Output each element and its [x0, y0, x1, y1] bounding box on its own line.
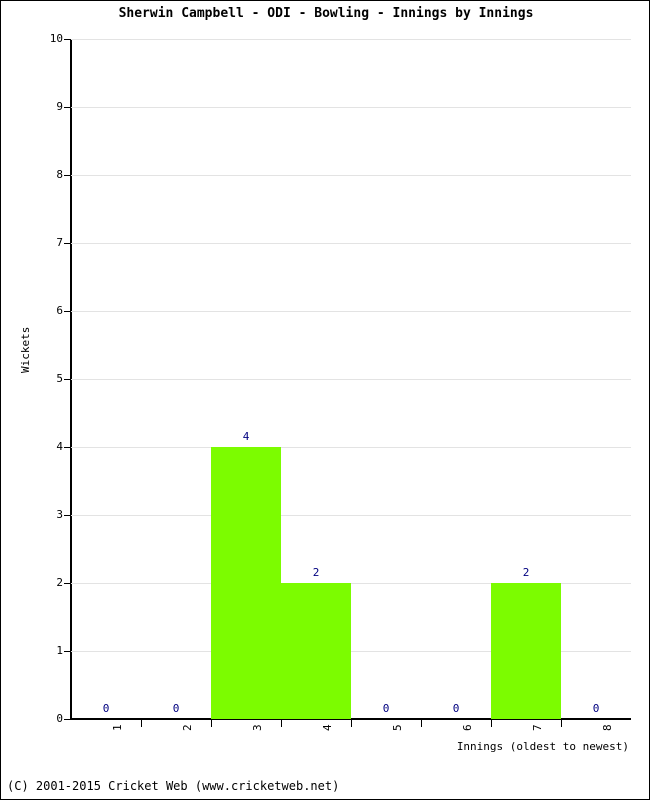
y-axis-tick-label: 6 — [56, 304, 63, 317]
y-axis-tick — [64, 175, 71, 176]
y-axis-tick — [64, 583, 71, 584]
y-axis-tick — [64, 719, 71, 720]
y-axis-tick — [64, 515, 71, 516]
x-axis-tick — [211, 720, 212, 727]
x-axis-tick — [561, 720, 562, 727]
x-axis-tick-label: 1 — [111, 724, 124, 731]
x-axis-tick — [281, 720, 282, 727]
x-axis-tick-label: 6 — [461, 724, 474, 731]
y-axis-tick-label: 7 — [56, 236, 63, 249]
chart-page: Sherwin Campbell - ODI - Bowling - Innin… — [0, 0, 650, 800]
bar-value-label: 0 — [452, 702, 460, 715]
gridline — [71, 447, 631, 448]
y-axis-tick — [64, 39, 71, 40]
y-axis-tick-label: 9 — [56, 100, 63, 113]
x-axis-tick-label: 2 — [181, 724, 194, 731]
y-axis-tick-label: 2 — [56, 576, 63, 589]
gridline — [71, 243, 631, 244]
x-axis-tick-label: 5 — [391, 724, 404, 731]
y-axis-tick — [64, 379, 71, 380]
y-axis-tick-label: 3 — [56, 508, 63, 521]
bar-value-label: 2 — [522, 566, 530, 579]
y-axis-tick — [64, 107, 71, 108]
x-axis-title: Innings (oldest to newest) — [456, 740, 629, 753]
copyright-notice: (C) 2001-2015 Cricket Web (www.cricketwe… — [7, 779, 340, 793]
x-axis-tick — [351, 720, 352, 727]
y-axis-labels: 0 1 2 3 4 5 6 7 8 9 10 — [1, 1, 63, 799]
bar-value-label: 0 — [592, 702, 600, 715]
x-axis-tick-label: 8 — [601, 724, 614, 731]
y-axis-tick-label: 1 — [56, 644, 63, 657]
y-axis-tick-label: 4 — [56, 440, 63, 453]
x-axis-tick — [491, 720, 492, 727]
bar — [491, 583, 561, 719]
bar-value-label: 0 — [102, 702, 110, 715]
bar — [281, 583, 351, 719]
y-axis-tick — [64, 651, 71, 652]
y-axis-tick — [64, 243, 71, 244]
y-axis-tick-label: 5 — [56, 372, 63, 385]
y-axis-tick-label: 8 — [56, 168, 63, 181]
gridline — [71, 39, 631, 40]
bar — [211, 447, 281, 719]
gridline — [71, 175, 631, 176]
y-axis-tick — [64, 311, 71, 312]
bar-value-label: 0 — [382, 702, 390, 715]
x-axis-tick — [141, 720, 142, 727]
plot-area: 0 0 4 2 0 0 2 0 — [71, 39, 631, 719]
gridline — [71, 515, 631, 516]
y-axis-tick — [64, 447, 71, 448]
y-axis-tick-label: 10 — [49, 32, 63, 45]
x-axis-tick-label: 7 — [531, 724, 544, 731]
y-axis-tick-label: 0 — [56, 712, 63, 725]
x-axis-tick-label: 3 — [251, 724, 264, 731]
y-axis-title: Wickets — [19, 326, 32, 373]
gridline — [71, 311, 631, 312]
bar-value-label: 4 — [242, 430, 250, 443]
x-axis-tick-label: 4 — [321, 724, 334, 731]
chart-title: Sherwin Campbell - ODI - Bowling - Innin… — [118, 6, 534, 21]
x-axis-tick — [421, 720, 422, 727]
bar-value-label: 0 — [172, 702, 180, 715]
gridline — [71, 107, 631, 108]
bar-value-label: 2 — [312, 566, 320, 579]
gridline — [71, 379, 631, 380]
